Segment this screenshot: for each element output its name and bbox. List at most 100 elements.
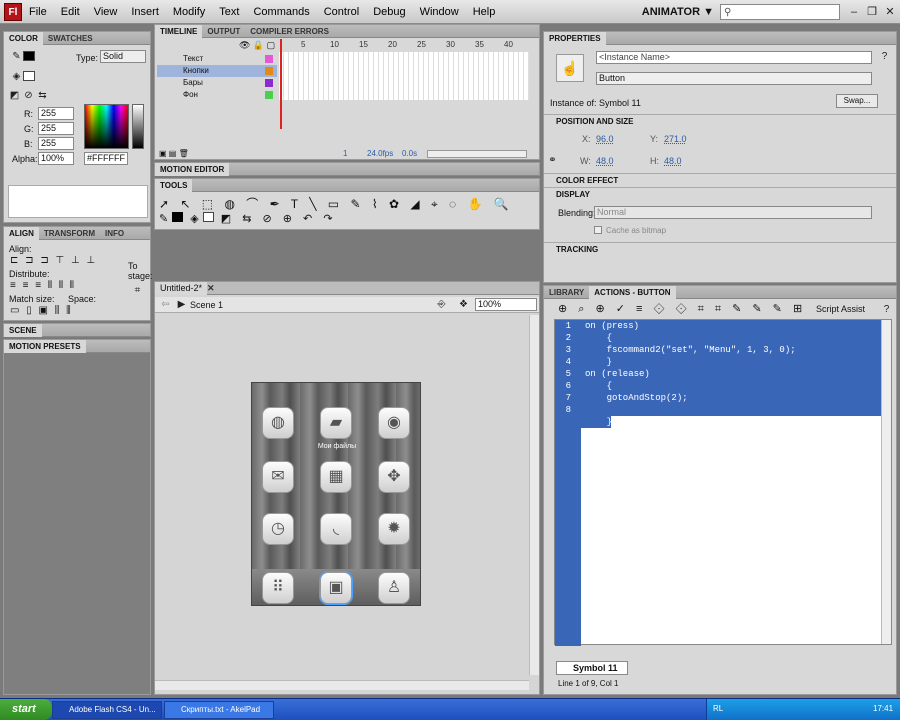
tab-align[interactable]: ALIGN — [4, 226, 39, 240]
edit-symbols-icon[interactable]: ❖ — [457, 298, 470, 311]
rss-icon[interactable]: ◟ — [320, 513, 352, 545]
zoom-select[interactable]: 100% — [475, 298, 537, 311]
menu-insert[interactable]: Insert — [124, 0, 166, 24]
frame-grid[interactable] — [279, 52, 529, 100]
menu-text[interactable]: Text — [212, 0, 246, 24]
taskbar-flash[interactable]: Adobe Flash CS4 - Un... — [52, 701, 162, 719]
layer-toggles[interactable]: 👁 🔒 ▢ — [239, 40, 275, 51]
menu-edit[interactable]: Edit — [54, 0, 87, 24]
menu-view[interactable]: View — [87, 0, 125, 24]
tracking-header[interactable]: TRACKING — [544, 242, 896, 256]
close-document-icon[interactable]: ✕ — [207, 283, 215, 294]
close-icon[interactable]: ✕ — [882, 4, 898, 20]
tool-row-2[interactable]: ✎ ◈ ◩ ⇆ ⊘ ⊕ ↶ ↷ — [159, 212, 337, 225]
tab-transform[interactable]: TRANSFORM — [39, 227, 100, 240]
menu-control[interactable]: Control — [317, 0, 366, 24]
tab-color[interactable]: COLOR — [4, 31, 43, 45]
help-icon[interactable]: ? — [880, 303, 893, 316]
match-size-buttons[interactable]: ▭ ▯ ▣ ⫼ ⫼ — [10, 305, 73, 316]
menu-debug[interactable]: Debug — [366, 0, 412, 24]
type-select[interactable]: Solid — [100, 50, 146, 63]
tool-row-1[interactable]: ➚ ↖ ⬚ ◍ ⌒ ✒ T ╲ ▭ ✎ ⌇ ✿ ◢ ⌖ ◌ ✋ 🔍 — [159, 195, 513, 212]
layer-row[interactable]: Фон — [157, 89, 277, 101]
w-value[interactable]: 48.0 — [596, 156, 614, 166]
gamepad-icon[interactable]: ✥ — [378, 461, 410, 493]
code-editor[interactable]: 1 2 3 4 5 6 7 8 9 on (press) { fscommand… — [554, 319, 892, 646]
tab-timeline[interactable]: TIMELINE — [155, 24, 203, 38]
position-size-header[interactable]: POSITION AND SIZE — [544, 114, 896, 128]
start-button[interactable]: start — [0, 699, 52, 720]
layer-row[interactable]: Текст — [157, 53, 277, 65]
black-white-icon[interactable]: ◩ — [8, 89, 21, 102]
help-search-input[interactable]: ⚲ — [720, 3, 840, 20]
symbol-tab[interactable]: Symbol 11 — [556, 661, 628, 675]
minimize-icon[interactable]: – — [846, 4, 862, 20]
green-input[interactable]: 255 — [38, 122, 74, 135]
grid-icon[interactable]: ▦ — [320, 461, 352, 493]
cache-checkbox[interactable] — [594, 226, 602, 234]
frame-rate[interactable]: 24.0fps — [367, 149, 393, 158]
blending-select[interactable]: Normal — [594, 206, 872, 219]
layer-row-selected[interactable]: Кнопки — [157, 65, 277, 77]
script-assist-button[interactable]: Script Assist — [816, 304, 865, 314]
person-icon[interactable]: ♙ — [378, 572, 410, 604]
red-input[interactable]: 255 — [38, 107, 74, 120]
swap-button[interactable]: Swap... — [836, 94, 878, 108]
layer-row[interactable]: Бары — [157, 77, 277, 89]
layer-buttons[interactable]: ▣ ▤ 🗑 — [159, 149, 189, 158]
stroke-color-swatch[interactable]: ✎ — [10, 50, 35, 63]
gear-icon[interactable]: ✹ — [378, 513, 410, 545]
menu-help[interactable]: Help — [466, 0, 503, 24]
timeline-scrollbar[interactable] — [427, 150, 527, 158]
alpha-input[interactable]: 100% — [38, 152, 74, 165]
align-buttons[interactable]: ⊏ ⊐ ⊐ ⊤ ⊥ ⊥ — [10, 255, 97, 266]
fill-color-swatch[interactable]: ◈ — [10, 70, 35, 83]
vertical-scrollbar[interactable] — [529, 315, 539, 675]
symbol-type-select[interactable]: Button — [596, 72, 872, 85]
tab-compiler-errors[interactable]: COMPILER ERRORS — [245, 25, 334, 38]
brightness-slider[interactable] — [132, 104, 144, 149]
hex-input[interactable]: #FFFFFF — [84, 152, 128, 165]
tab-scene[interactable]: SCENE — [4, 323, 42, 337]
clock-icon[interactable]: ◷ — [262, 513, 294, 545]
h-value[interactable]: 48.0 — [664, 156, 682, 166]
x-value[interactable]: 96.0 — [596, 134, 614, 144]
apps-icon[interactable]: ⠿ — [262, 572, 294, 604]
color-effect-header[interactable]: COLOR EFFECT — [544, 173, 896, 187]
workspace-switcher[interactable]: ANIMATOR ▼ — [636, 6, 720, 18]
distribute-buttons[interactable]: ≡ ≡ ≡ ⫴ ⫴ ⫴ — [10, 280, 76, 291]
display-header[interactable]: DISPLAY — [544, 187, 896, 201]
back-arrow-icon[interactable]: ⇦ — [159, 298, 172, 311]
menu-file[interactable]: File — [22, 0, 54, 24]
photo-icon[interactable]: ▣ — [319, 571, 353, 605]
to-stage-icon[interactable]: ⌗ — [131, 284, 144, 297]
swap-colors-icon[interactable]: ⇆ — [36, 89, 49, 102]
menu-modify[interactable]: Modify — [166, 0, 212, 24]
y-value[interactable]: 271.0 — [664, 134, 687, 144]
tab-actions[interactable]: ACTIONS - BUTTON — [589, 285, 676, 299]
code-scrollbar[interactable] — [881, 320, 891, 644]
tab-motion-editor[interactable]: MOTION EDITOR — [155, 162, 230, 176]
blue-input[interactable]: 255 — [38, 137, 74, 150]
globe-icon[interactable]: ◍ — [262, 407, 294, 439]
playhead[interactable] — [280, 39, 282, 129]
edit-scene-icon[interactable]: ⎆ — [435, 298, 448, 311]
document-tab[interactable]: Untitled-2* — [155, 281, 208, 295]
chat-icon[interactable]: ✉ — [262, 461, 294, 493]
tab-swatches[interactable]: SWATCHES — [43, 32, 98, 45]
tab-library[interactable]: LIBRARY — [544, 286, 589, 299]
actions-toolbar[interactable]: ⊕ ⌕ ⊕ ✓ ≡ ⟐ ⟐ ⌗ ⌗ ✎ ✎ ✎ ⊞ — [558, 302, 806, 316]
help-icon[interactable]: ? — [878, 50, 891, 63]
lock-ratio-icon[interactable]: ⚭ — [546, 154, 559, 167]
frame-ruler[interactable]: 5 10 15 20 25 30 35 40 — [279, 40, 537, 51]
tab-info[interactable]: INFO — [100, 227, 129, 240]
horizontal-scrollbar[interactable] — [155, 680, 529, 690]
tab-tools[interactable]: TOOLS — [155, 178, 193, 192]
taskbar-akelpad[interactable]: Скрипты.txt - AkelPad — [164, 701, 274, 719]
menu-window[interactable]: Window — [413, 0, 466, 24]
folder-icon[interactable]: ▰ — [320, 407, 352, 439]
restore-icon[interactable]: ❐ — [864, 4, 880, 20]
color-spectrum[interactable] — [84, 104, 129, 149]
no-color-icon[interactable]: ⊘ — [22, 89, 35, 102]
tab-output[interactable]: OUTPUT — [202, 25, 245, 38]
